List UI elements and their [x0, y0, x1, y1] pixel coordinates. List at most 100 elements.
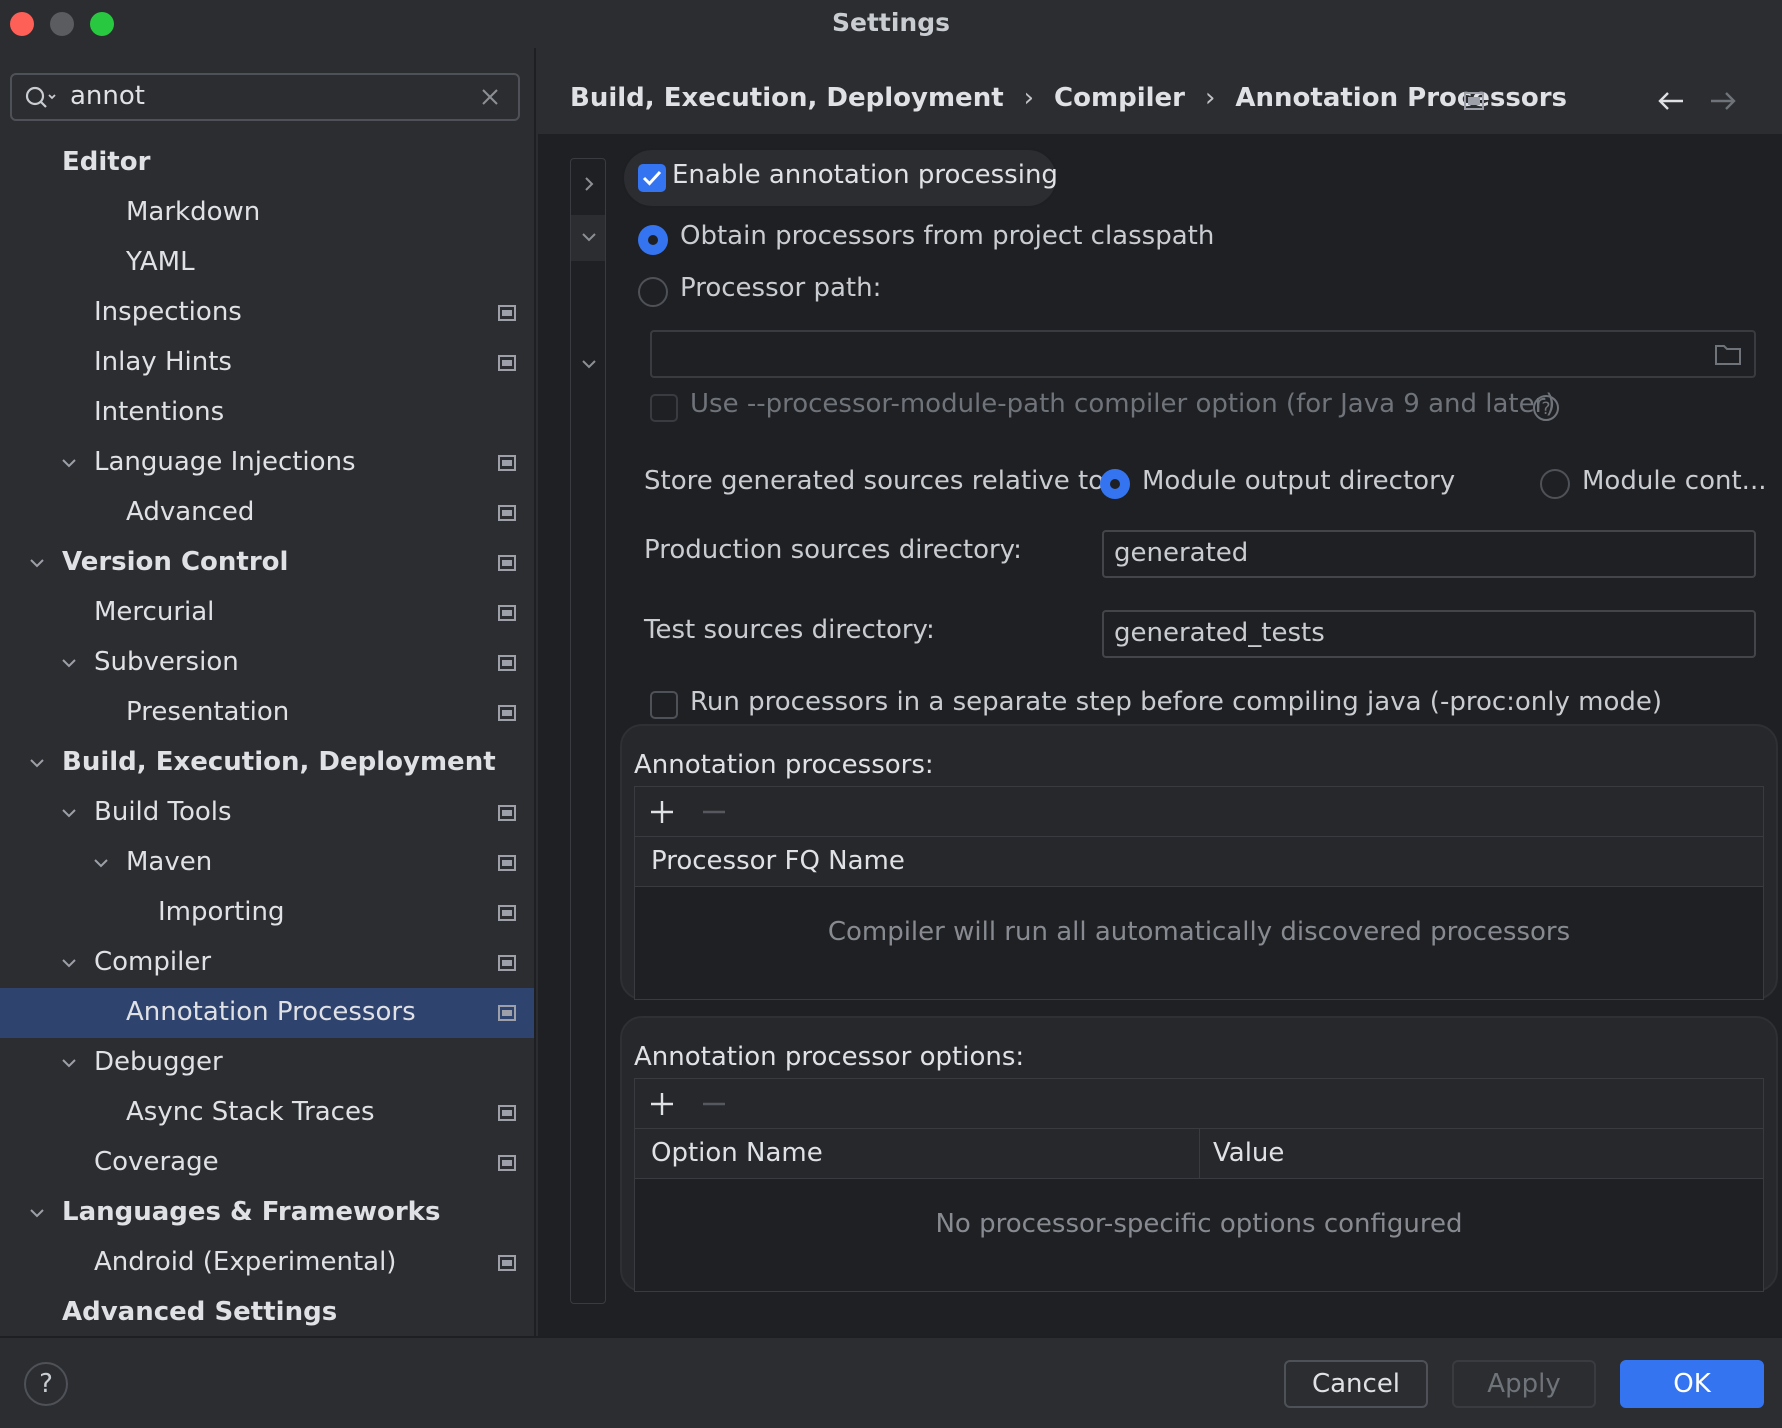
chevron-down-icon[interactable] — [60, 1054, 78, 1072]
production-sources-input[interactable]: generated — [1102, 530, 1756, 578]
table-toolbar — [635, 1079, 1763, 1129]
chevron-down-icon[interactable] — [92, 854, 110, 872]
sidebar-item-label: Subversion — [94, 647, 239, 677]
chevron-down-icon[interactable] — [580, 228, 598, 246]
enable-annotation-processing-checkbox[interactable] — [638, 164, 666, 192]
project-level-icon — [498, 505, 516, 521]
sidebar-item[interactable]: Inlay Hints — [0, 338, 534, 388]
sidebar-item[interactable]: Android (Experimental) — [0, 1238, 534, 1288]
chevron-down-icon[interactable] — [28, 1204, 46, 1222]
ok-button[interactable]: OK — [1620, 1360, 1764, 1408]
table-header: Option Name Value — [635, 1129, 1763, 1179]
sidebar-item[interactable]: Editor — [0, 138, 534, 188]
annotation-processor-options-table: Option Name Value No processor-specific … — [634, 1078, 1764, 1292]
sidebar-item-label: Build Tools — [94, 797, 232, 827]
sidebar-item[interactable]: Async Stack Traces — [0, 1088, 534, 1138]
breadcrumb-header: Build, Execution, Deployment › Compiler › An… — [538, 48, 1782, 134]
cancel-button[interactable]: Cancel — [1284, 1360, 1428, 1408]
annotation-processors-title: Annotation processors: — [634, 750, 934, 780]
search-icon[interactable] — [24, 85, 58, 111]
chevron-right-icon[interactable] — [580, 175, 598, 193]
chevron-down-icon[interactable] — [28, 554, 46, 572]
module-output-directory-radio[interactable] — [1100, 469, 1130, 499]
sidebar-item[interactable]: Inspections — [0, 288, 534, 338]
table-header: Processor FQ Name — [635, 837, 1763, 887]
sidebar-item[interactable]: Version Control — [0, 538, 534, 588]
enable-annotation-processing-row[interactable]: Enable annotation processing — [622, 148, 1058, 208]
breadcrumb-item[interactable]: Build, Execution, Deployment — [570, 83, 1004, 113]
sidebar-item[interactable]: Compiler — [0, 938, 534, 988]
processor-path-radio[interactable] — [638, 277, 668, 307]
add-icon[interactable] — [649, 799, 675, 825]
sidebar-item-label: Advanced Settings — [62, 1297, 338, 1327]
sidebar-item-label: Advanced — [126, 497, 255, 527]
project-level-icon — [498, 1255, 516, 1271]
chevron-down-icon[interactable] — [28, 754, 46, 772]
sidebar-item[interactable]: YAML — [0, 238, 534, 288]
value-column[interactable]: Value — [1213, 1138, 1284, 1168]
search-box[interactable]: annot — [10, 73, 520, 121]
processor-module-path-checkbox[interactable] — [650, 394, 678, 422]
folder-icon[interactable] — [1714, 342, 1742, 366]
add-icon[interactable] — [649, 1091, 675, 1117]
sidebar-item-label: Annotation Processors — [126, 997, 416, 1027]
sidebar-item[interactable]: Annotation Processors — [0, 988, 534, 1038]
processor-fq-name-column[interactable]: Processor FQ Name — [651, 846, 905, 876]
sidebar-item[interactable]: Advanced Settings — [0, 1288, 534, 1338]
help-button[interactable]: ? — [24, 1362, 68, 1406]
breadcrumb-item[interactable]: Compiler — [1054, 83, 1185, 113]
clear-search-icon[interactable] — [480, 87, 500, 107]
option-name-column[interactable]: Option Name — [651, 1138, 823, 1168]
project-level-icon — [498, 455, 516, 471]
sidebar-item[interactable]: Importing — [0, 888, 534, 938]
sidebar-item[interactable]: Mercurial — [0, 588, 534, 638]
remove-icon[interactable] — [701, 1091, 727, 1117]
sidebar-item[interactable]: Build Tools — [0, 788, 534, 838]
chevron-down-icon[interactable] — [60, 654, 78, 672]
processor-path-label: Processor path: — [680, 273, 882, 303]
obtain-from-classpath-radio[interactable] — [638, 225, 668, 255]
project-level-icon — [498, 855, 516, 871]
sidebar-item-label: Android (Experimental) — [94, 1247, 397, 1277]
sidebar-item[interactable]: Languages & Frameworks — [0, 1188, 534, 1238]
sidebar-item[interactable]: Build, Execution, Deployment — [0, 738, 534, 788]
sidebar-item[interactable]: Language Injections — [0, 438, 534, 488]
sidebar-item[interactable]: Maven — [0, 838, 534, 888]
module-content-root-radio[interactable] — [1540, 469, 1570, 499]
sidebar-item[interactable]: Markdown — [0, 188, 534, 238]
sidebar-item-label: Editor — [62, 147, 151, 177]
project-level-icon — [498, 555, 516, 571]
sidebar-item[interactable]: Presentation — [0, 688, 534, 738]
forward-arrow-icon[interactable] — [1708, 90, 1738, 112]
test-sources-input[interactable]: generated_tests — [1102, 610, 1756, 658]
processor-path-input[interactable] — [650, 330, 1756, 378]
chevron-down-icon[interactable] — [580, 355, 598, 373]
sidebar-item-label: Coverage — [94, 1147, 219, 1177]
annotation-processors-table: Processor FQ Name Compiler will run all … — [634, 786, 1764, 1000]
chevron-down-icon[interactable] — [60, 954, 78, 972]
sidebar-item[interactable]: Subversion — [0, 638, 534, 688]
apply-button[interactable]: Apply — [1452, 1360, 1596, 1408]
chevron-down-icon[interactable] — [60, 804, 78, 822]
settings-sidebar: annot Editor Markdown YAML Inspections Inlay… — [0, 48, 536, 1336]
column-divider[interactable] — [1199, 1129, 1200, 1179]
checkmark-icon — [642, 170, 662, 186]
processor-module-path-label: Use --processor-module-path compiler opt… — [690, 389, 1556, 419]
title-bar: Settings — [0, 0, 1782, 48]
chevron-down-icon[interactable] — [60, 454, 78, 472]
search-input[interactable]: annot — [70, 81, 145, 111]
sidebar-item[interactable]: Debugger — [0, 1038, 534, 1088]
sidebar-item[interactable]: Intentions — [0, 388, 534, 438]
test-sources-value: generated_tests — [1114, 618, 1325, 648]
sidebar-item-label: Version Control — [62, 547, 289, 577]
run-separate-step-checkbox[interactable] — [650, 691, 678, 719]
help-icon[interactable]: ? — [1532, 394, 1560, 422]
sidebar-item[interactable]: Advanced — [0, 488, 534, 538]
remove-icon[interactable] — [701, 799, 727, 825]
project-level-icon — [498, 705, 516, 721]
project-level-icon — [498, 1105, 516, 1121]
sidebar-item[interactable]: Coverage — [0, 1138, 534, 1188]
fold-gutter — [570, 158, 606, 1304]
breadcrumb-separator: › — [1204, 82, 1216, 113]
back-arrow-icon[interactable] — [1656, 90, 1686, 112]
